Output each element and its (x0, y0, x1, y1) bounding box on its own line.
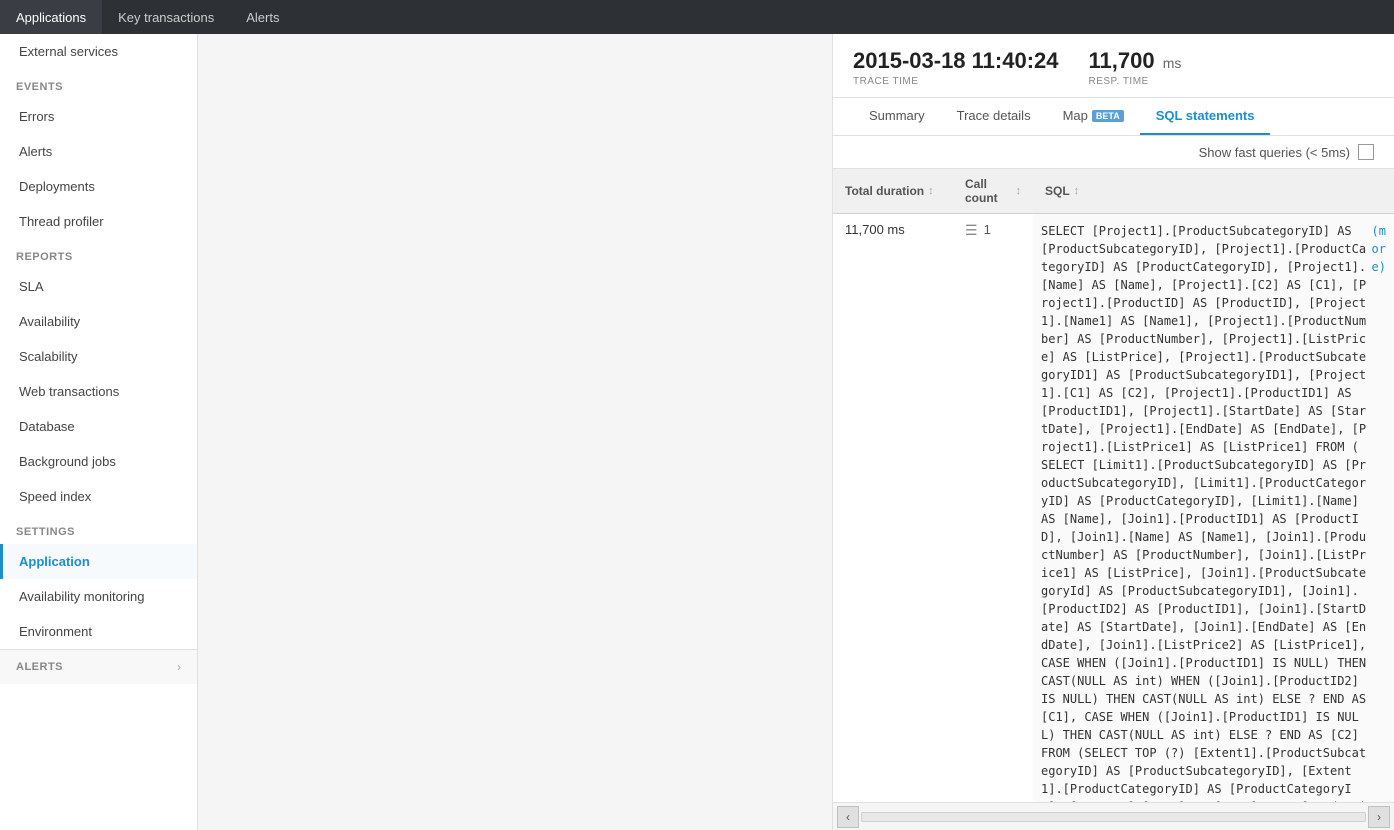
sort-icon-duration: ↕ (928, 185, 934, 197)
horizontal-scrollbar: ‹ › (833, 802, 1394, 830)
sort-icon-calls: ↕ (1016, 185, 1022, 197)
sort-icon-sql: ↕ (1074, 185, 1080, 197)
sidebar-item-external-services[interactable]: External services (0, 34, 197, 69)
sidebar-item-environment[interactable]: Environment (0, 614, 197, 649)
top-navigation: Applications Key transactions Alerts (0, 0, 1394, 34)
trace-time-value: 2015-03-18 11:40:24 (853, 48, 1059, 74)
nav-key-transactions[interactable]: Key transactions (102, 0, 230, 34)
nav-applications[interactable]: Applications (0, 0, 102, 34)
sql-table-header: Total duration ↕ Call count ↕ SQL ↕ (833, 169, 1394, 214)
scroll-right-button[interactable]: › (1368, 806, 1390, 828)
sidebar-item-background-jobs[interactable]: Background jobs (0, 444, 197, 479)
chevron-right-icon: › (177, 660, 181, 674)
sidebar-item-database[interactable]: Database (0, 409, 197, 444)
col-header-calls[interactable]: Call count ↕ (953, 169, 1033, 213)
sidebar-item-thread-profiler[interactable]: Thread profiler (0, 204, 197, 239)
table-icon: ☰ (965, 222, 978, 239)
sidebar-section-settings: SETTINGS (0, 514, 197, 544)
sidebar-item-availability[interactable]: Availability (0, 304, 197, 339)
detail-panel: 2015-03-18 11:40:24 TRACE TIME 11,700 ms… (833, 34, 1394, 830)
trace-time-label: TRACE TIME (853, 76, 1059, 87)
sql-table-area: Show fast queries (< 5ms) Total duration… (833, 136, 1394, 830)
content-area: 2015-03-18 11:40:24 TRACE TIME 11,700 ms… (833, 34, 1394, 830)
col-header-duration[interactable]: Total duration ↕ (833, 169, 953, 213)
sidebar: External services EVENTS Errors Alerts D… (0, 34, 198, 830)
cell-calls: ☰ 1 (953, 214, 1033, 802)
show-fast-queries-bar: Show fast queries (< 5ms) (833, 136, 1394, 169)
sidebar-item-alerts[interactable]: Alerts (0, 134, 197, 169)
sidebar-item-deployments[interactable]: Deployments (0, 169, 197, 204)
calls-value: 1 (984, 222, 991, 237)
sidebar-item-availability-monitoring[interactable]: Availability monitoring (0, 579, 197, 614)
scroll-track[interactable] (861, 812, 1366, 822)
sidebar-item-web-transactions[interactable]: Web transactions (0, 374, 197, 409)
tabs-bar: Summary Trace details Map BETA SQL state… (833, 98, 1394, 136)
sql-table: Total duration ↕ Call count ↕ SQL ↕ (833, 169, 1394, 802)
resp-time-unit: ms (1163, 55, 1182, 71)
sql-table-body: 11,700 ms ☰ 1 SELECT [Project1].[Product… (833, 214, 1394, 802)
sidebar-item-errors[interactable]: Errors (0, 99, 197, 134)
show-fast-queries-checkbox[interactable] (1358, 144, 1374, 160)
beta-badge: BETA (1092, 110, 1124, 122)
resp-time-block: 11,700 ms RESP. TIME (1089, 48, 1182, 87)
sidebar-item-speed-index[interactable]: Speed index (0, 479, 197, 514)
sidebar-section-reports: REPORTS (0, 239, 197, 269)
sidebar-item-sla[interactable]: SLA (0, 269, 197, 304)
table-row: 11,700 ms ☰ 1 SELECT [Project1].[Product… (833, 214, 1394, 802)
tab-trace-details[interactable]: Trace details (941, 98, 1047, 135)
timeline-area (198, 34, 833, 830)
tab-map[interactable]: Map BETA (1047, 98, 1140, 135)
nav-alerts[interactable]: Alerts (230, 0, 295, 34)
trace-time-block: 2015-03-18 11:40:24 TRACE TIME (853, 48, 1059, 87)
sidebar-item-application[interactable]: Application (0, 544, 197, 579)
sql-text: SELECT [Project1].[ProductSubcategoryID]… (1041, 222, 1372, 802)
main-layout: External services EVENTS Errors Alerts D… (0, 34, 1394, 830)
trace-header: 2015-03-18 11:40:24 TRACE TIME 11,700 ms… (833, 34, 1394, 98)
resp-time-value: 11,700 ms (1089, 48, 1182, 74)
sidebar-section-events: EVENTS (0, 69, 197, 99)
cell-sql: SELECT [Project1].[ProductSubcategoryID]… (1033, 214, 1394, 802)
resp-time-label: RESP. TIME (1089, 76, 1182, 87)
sidebar-item-scalability[interactable]: Scalability (0, 339, 197, 374)
tab-summary[interactable]: Summary (853, 98, 941, 135)
more-link[interactable]: (more) (1372, 222, 1386, 276)
col-header-sql: SQL ↕ (1033, 169, 1394, 213)
scroll-left-button[interactable]: ‹ (837, 806, 859, 828)
tab-sql-statements[interactable]: SQL statements (1140, 98, 1271, 135)
cell-duration: 11,700 ms (833, 214, 953, 802)
sidebar-alerts-toggle[interactable]: ALERTS › (0, 649, 197, 684)
show-fast-queries-label: Show fast queries (< 5ms) (1199, 145, 1350, 160)
sidebar-alerts-label: ALERTS (16, 661, 63, 673)
